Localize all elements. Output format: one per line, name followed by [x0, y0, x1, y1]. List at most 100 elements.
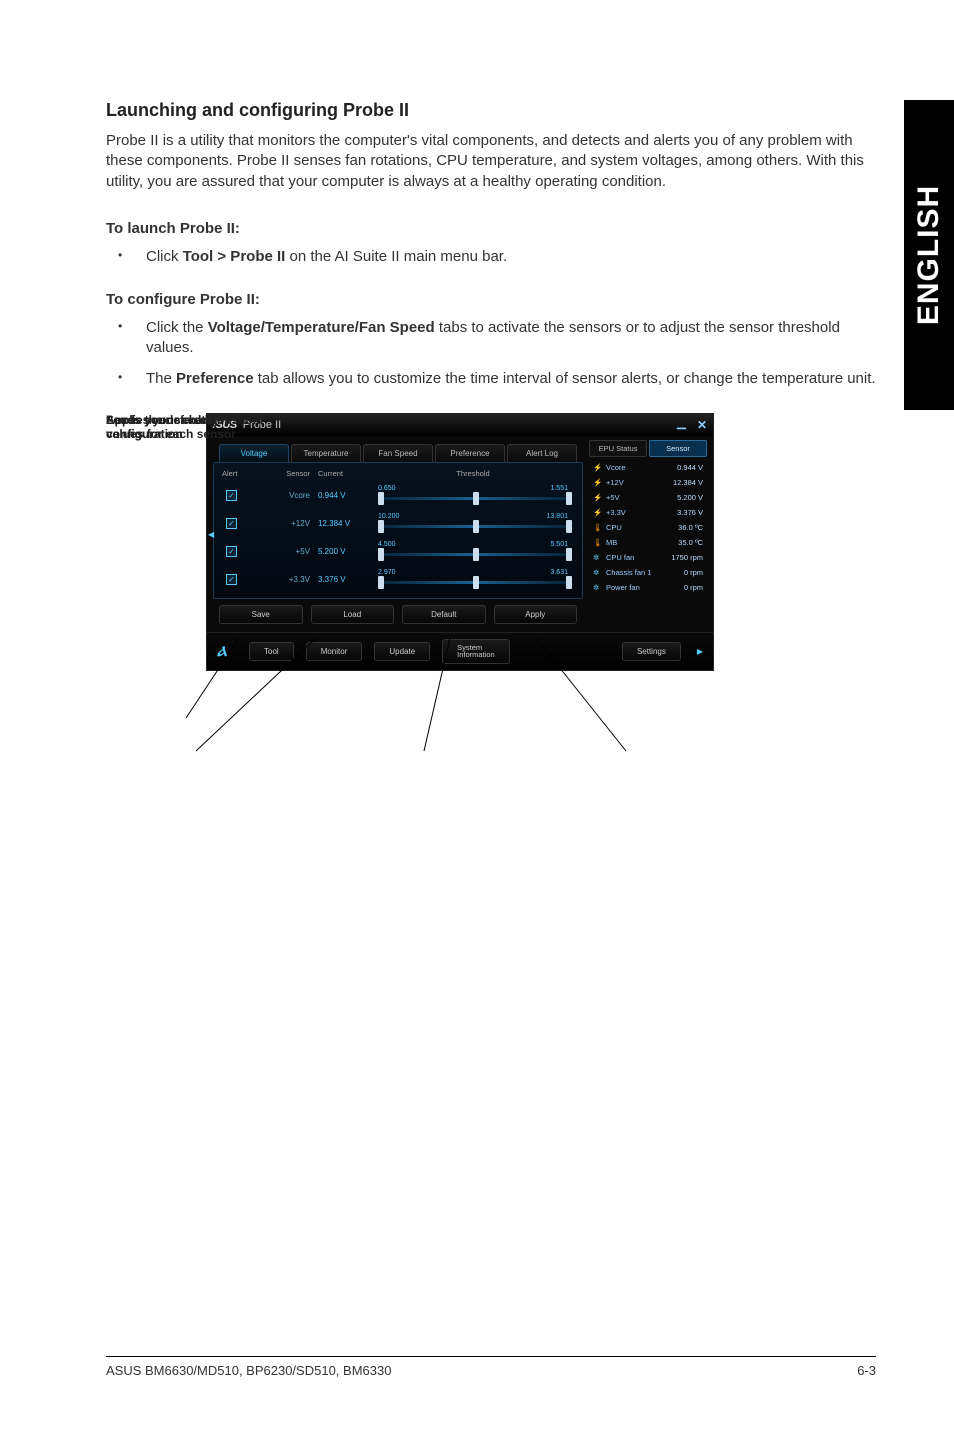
settings-arrow-icon[interactable]: ▶	[697, 647, 703, 656]
ai-logo-icon: Ⲁ	[217, 643, 237, 659]
launch-bullet: Click Tool > Probe II on the AI Suite II…	[106, 247, 876, 267]
alert-checkbox[interactable]: ✓	[226, 574, 237, 585]
status-value: 5.200 V	[677, 493, 703, 502]
status-item: ⚡+5V5.200 V	[589, 490, 707, 505]
tab-fan-speed[interactable]: Fan Speed	[363, 444, 433, 462]
threshold-slider[interactable]: 0.650 1.551	[368, 486, 578, 506]
alert-checkbox[interactable]: ✓	[226, 518, 237, 529]
tab-sensor[interactable]: Sensor	[649, 440, 707, 457]
therm-icon: 🌡	[593, 538, 603, 547]
sensor-tabs: Voltage Temperature Fan Speed Preference…	[213, 440, 583, 462]
bolt-icon: ⚡	[593, 463, 603, 472]
tab-alert-log[interactable]: Alert Log	[507, 444, 577, 462]
threshold-slider[interactable]: 4.5005.501	[368, 542, 578, 562]
fan-icon: ✲	[593, 583, 603, 592]
language-label: ENGLISH	[912, 185, 946, 325]
slider-handle-mid[interactable]	[473, 492, 479, 505]
slider-handle-low[interactable]	[378, 492, 384, 505]
default-button[interactable]: Default	[402, 605, 486, 624]
status-item: ✲CPU fan1750 rpm	[589, 550, 707, 565]
system-info-button[interactable]: System Information	[442, 639, 510, 664]
tab-epu-status[interactable]: EPU Status	[589, 440, 647, 457]
scroll-left-icon[interactable]: ◀	[208, 530, 214, 539]
status-name: Power fan	[603, 583, 684, 592]
sensor-name: +5V	[258, 547, 318, 556]
sensor-row: ✓+5V5.200 V4.5005.501	[218, 538, 578, 566]
configure-bullet-2: The Preference tab allows you to customi…	[106, 369, 876, 389]
sensor-status-list: ⚡Vcore0.944 V⚡+12V12.384 V⚡+5V5.200 V⚡+3…	[589, 460, 707, 595]
fan-icon: ✲	[593, 568, 603, 577]
monitor-button[interactable]: Monitor	[306, 642, 363, 661]
status-value: 0 rpm	[684, 568, 703, 577]
status-value: 36.0 ºC	[678, 523, 703, 532]
threshold-low: 0.650	[378, 485, 396, 492]
slider-handle-mid[interactable]	[473, 520, 479, 533]
tool-button[interactable]: Tool	[249, 642, 294, 661]
sensor-name: Vcore	[258, 491, 318, 500]
threshold-slider[interactable]: 10.20013.801	[368, 514, 578, 534]
slider-handle-high[interactable]	[566, 548, 572, 561]
alert-checkbox[interactable]: ✓	[226, 546, 237, 557]
status-name: CPU fan	[603, 553, 671, 562]
col-threshold: Threshold	[368, 469, 578, 478]
status-name: +12V	[603, 478, 673, 487]
sensor-row: ✓+3.3V3.376 V2.9703.631	[218, 566, 578, 594]
sensor-name: +3.3V	[258, 575, 318, 584]
status-value: 12.384 V	[673, 478, 703, 487]
threshold-slider[interactable]: 2.9703.631	[368, 570, 578, 590]
status-item: ⚡Vcore0.944 V	[589, 460, 707, 475]
slider-handle-low[interactable]	[378, 520, 384, 533]
status-value: 1750 rpm	[671, 553, 703, 562]
sensor-row: ✓+12V12.384 V10.20013.801	[218, 510, 578, 538]
alert-checkbox[interactable]: ✓	[226, 490, 237, 501]
configure-subhead: To configure Probe II:	[106, 291, 876, 308]
status-item: ⚡+3.3V3.376 V	[589, 505, 707, 520]
load-button[interactable]: Load	[311, 605, 395, 624]
status-value: 0 rpm	[684, 583, 703, 592]
status-name: +5V	[603, 493, 677, 502]
threshold-low: 2.970	[378, 569, 396, 576]
slider-handle-mid[interactable]	[473, 548, 479, 561]
minimize-icon[interactable]: ⚊	[676, 418, 687, 432]
tab-preference[interactable]: Preference	[435, 444, 505, 462]
status-name: Chassis fan 1	[603, 568, 684, 577]
sensor-current: 0.944 V	[318, 491, 368, 500]
tab-temperature[interactable]: Temperature	[291, 444, 361, 462]
probe-window: /SUS Probe II ⚊ ✕ Voltage Temperature Fa…	[206, 413, 714, 671]
col-current: Current	[318, 469, 368, 478]
bolt-icon: ⚡	[593, 508, 603, 517]
status-value: 35.0 ºC	[678, 538, 703, 547]
footer-page-number: 6-3	[857, 1363, 876, 1378]
status-item: 🌡CPU36.0 ºC	[589, 520, 707, 535]
configure-bullet-1: Click the Voltage/Temperature/Fan Speed …	[106, 318, 876, 359]
slider-handle-high[interactable]	[566, 520, 572, 533]
section-heading: Launching and configuring Probe II	[106, 100, 876, 121]
slider-handle-high[interactable]	[566, 576, 572, 589]
window-title: Probe II	[243, 419, 282, 431]
bolt-icon: ⚡	[593, 478, 603, 487]
slider-handle-low[interactable]	[378, 576, 384, 589]
sensor-row: ✓ Vcore0.944 V 0.650 1.551	[218, 482, 578, 510]
threshold-high: 1.551	[550, 485, 568, 492]
settings-button[interactable]: Settings	[622, 642, 681, 661]
bolt-icon: ⚡	[593, 493, 603, 502]
slider-handle-high[interactable]	[566, 492, 572, 505]
therm-icon: 🌡	[593, 523, 603, 532]
language-side-tab: ENGLISH	[904, 100, 954, 410]
threshold-low: 4.500	[378, 541, 396, 548]
slider-handle-low[interactable]	[378, 548, 384, 561]
close-icon[interactable]: ✕	[697, 418, 707, 432]
intro-paragraph: Probe II is a utility that monitors the …	[106, 131, 876, 192]
threshold-high: 13.801	[547, 513, 568, 520]
status-name: MB	[603, 538, 678, 547]
sensor-panel: ◀ Alert Sensor Current Threshold ✓Vcore0…	[213, 462, 583, 599]
status-name: +3.3V	[603, 508, 677, 517]
slider-handle-mid[interactable]	[473, 576, 479, 589]
update-button[interactable]: Update	[374, 642, 430, 661]
status-name: CPU	[603, 523, 678, 532]
fan-icon: ✲	[593, 553, 603, 562]
apply-button[interactable]: Apply	[494, 605, 578, 624]
tab-voltage[interactable]: Voltage	[219, 444, 289, 462]
status-value: 0.944 V	[677, 463, 703, 472]
save-button[interactable]: Save	[219, 605, 303, 624]
